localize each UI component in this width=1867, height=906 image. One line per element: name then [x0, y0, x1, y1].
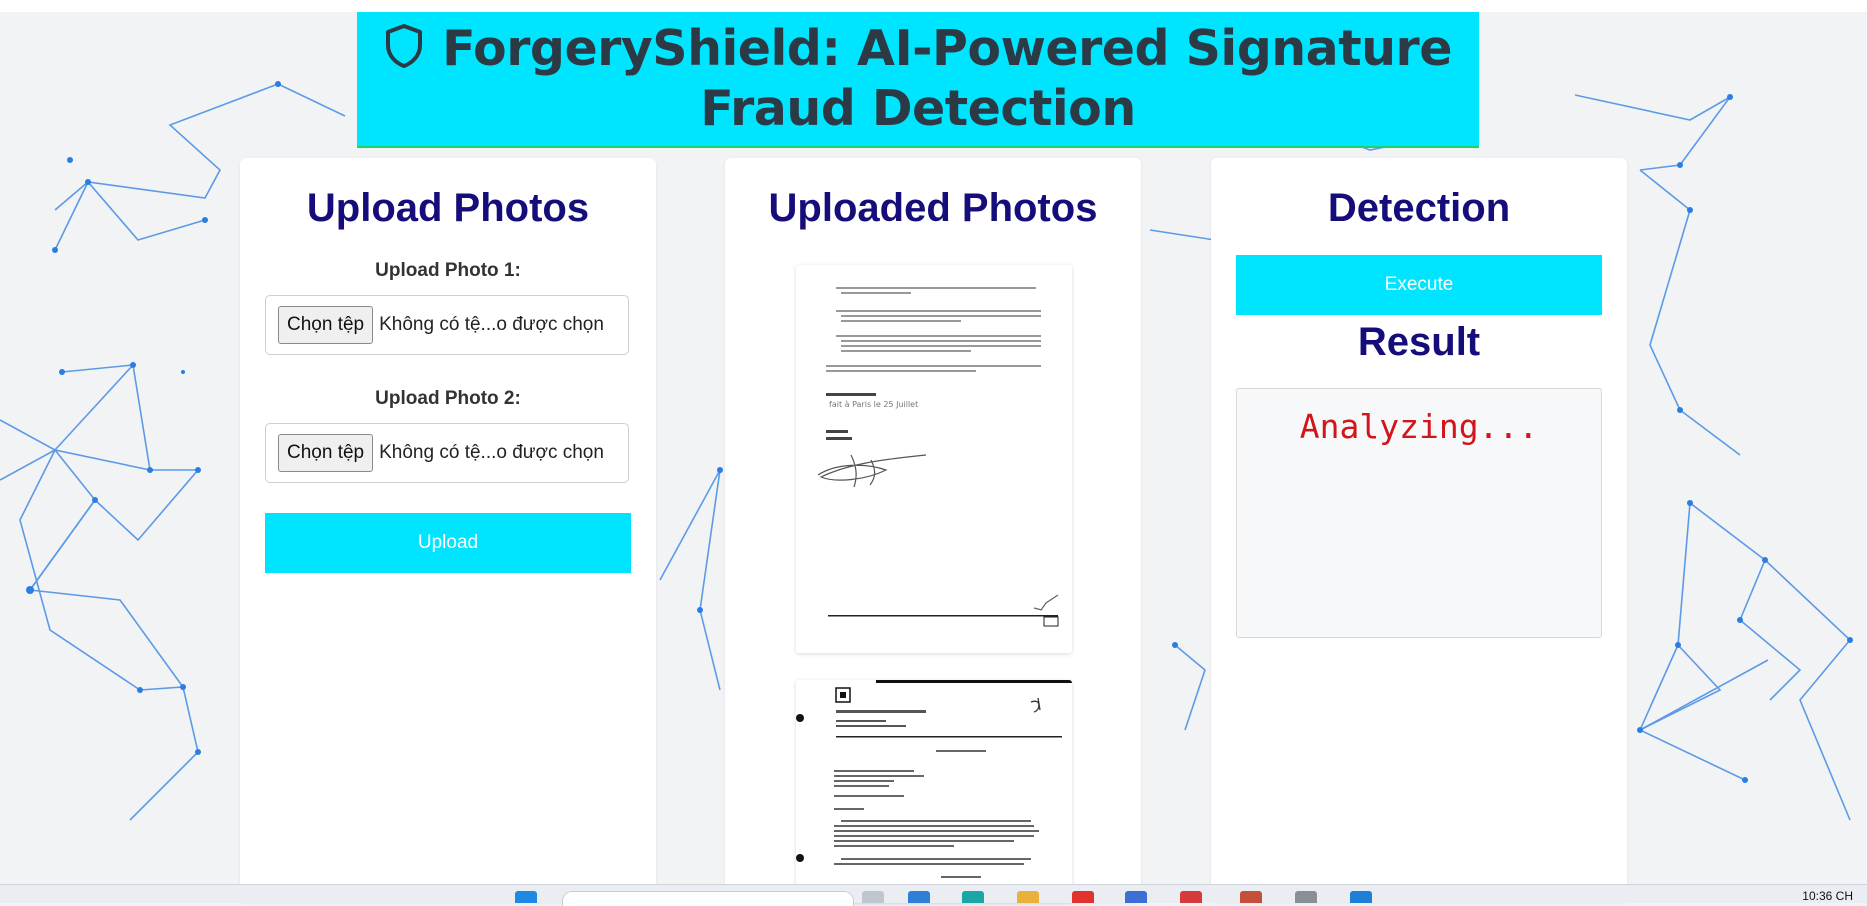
- vscode-icon[interactable]: [1350, 891, 1372, 903]
- upload-photos-card: Upload Photos Upload Photo 1: Chọn tệp K…: [240, 158, 656, 902]
- chrome-icon[interactable]: [1180, 891, 1202, 903]
- task-view-icon[interactable]: [862, 891, 884, 903]
- photo2-file-input[interactable]: Chọn tệp Không có tệ...o được chọn: [265, 423, 629, 483]
- window-top-strip: [0, 0, 1867, 12]
- upload-button[interactable]: Upload: [265, 513, 631, 573]
- app-icon-blue[interactable]: [1125, 891, 1147, 903]
- page-title: ForgeryShield: AI-Powered Signature Frau…: [357, 19, 1479, 139]
- uploaded-photos-card: Uploaded Photos fait à Paris le 25 Juill…: [725, 158, 1141, 902]
- photo2-label: Upload Photo 2:: [375, 388, 521, 409]
- taskbar-clock: 10:36 CH: [1802, 889, 1853, 903]
- photo1-no-file-text: Không có tệ...o được chọn: [379, 314, 604, 335]
- photo2-no-file-text: Không có tệ...o được chọn: [379, 442, 604, 463]
- folder-icon[interactable]: [1017, 891, 1039, 903]
- uploaded-image-2: [796, 680, 1072, 902]
- edge-icon[interactable]: [962, 891, 984, 903]
- uploaded-image-1: fait à Paris le 25 Juillet: [796, 265, 1072, 653]
- shield-icon: [386, 24, 423, 68]
- detection-card-title: Detection: [1327, 186, 1511, 230]
- app-icon-gray[interactable]: [1295, 891, 1317, 903]
- result-title: Result: [1357, 320, 1481, 364]
- upload-card-title: Upload Photos: [306, 186, 590, 230]
- result-box: Analyzing...: [1236, 388, 1602, 638]
- os-taskbar: 10:36 CH: [0, 884, 1867, 906]
- taskbar-search[interactable]: [562, 891, 854, 906]
- execute-button[interactable]: Execute: [1236, 255, 1602, 315]
- chrome-profile-icon[interactable]: [1240, 891, 1262, 903]
- detection-card: Detection Execute Result Analyzing...: [1211, 158, 1627, 902]
- page-title-text: ForgeryShield: AI-Powered Signature Frau…: [442, 20, 1452, 137]
- photo1-label: Upload Photo 1:: [375, 260, 521, 281]
- page-header: ForgeryShield: AI-Powered Signature Frau…: [357, 12, 1479, 148]
- app-icon[interactable]: [908, 891, 930, 903]
- photo1-choose-file-button[interactable]: Chọn tệp: [278, 306, 374, 344]
- start-icon[interactable]: [515, 891, 537, 903]
- uploaded-card-title: Uploaded Photos: [768, 186, 1098, 230]
- photo2-choose-file-button[interactable]: Chọn tệp: [278, 434, 374, 472]
- photo1-file-input[interactable]: Chọn tệp Không có tệ...o được chọn: [265, 295, 629, 355]
- app-icon-red[interactable]: [1072, 891, 1094, 903]
- result-status-text: Analyzing...: [1299, 407, 1539, 446]
- svg-text:fait à Paris le 25 Juillet: fait à Paris le 25 Juillet: [829, 400, 918, 409]
